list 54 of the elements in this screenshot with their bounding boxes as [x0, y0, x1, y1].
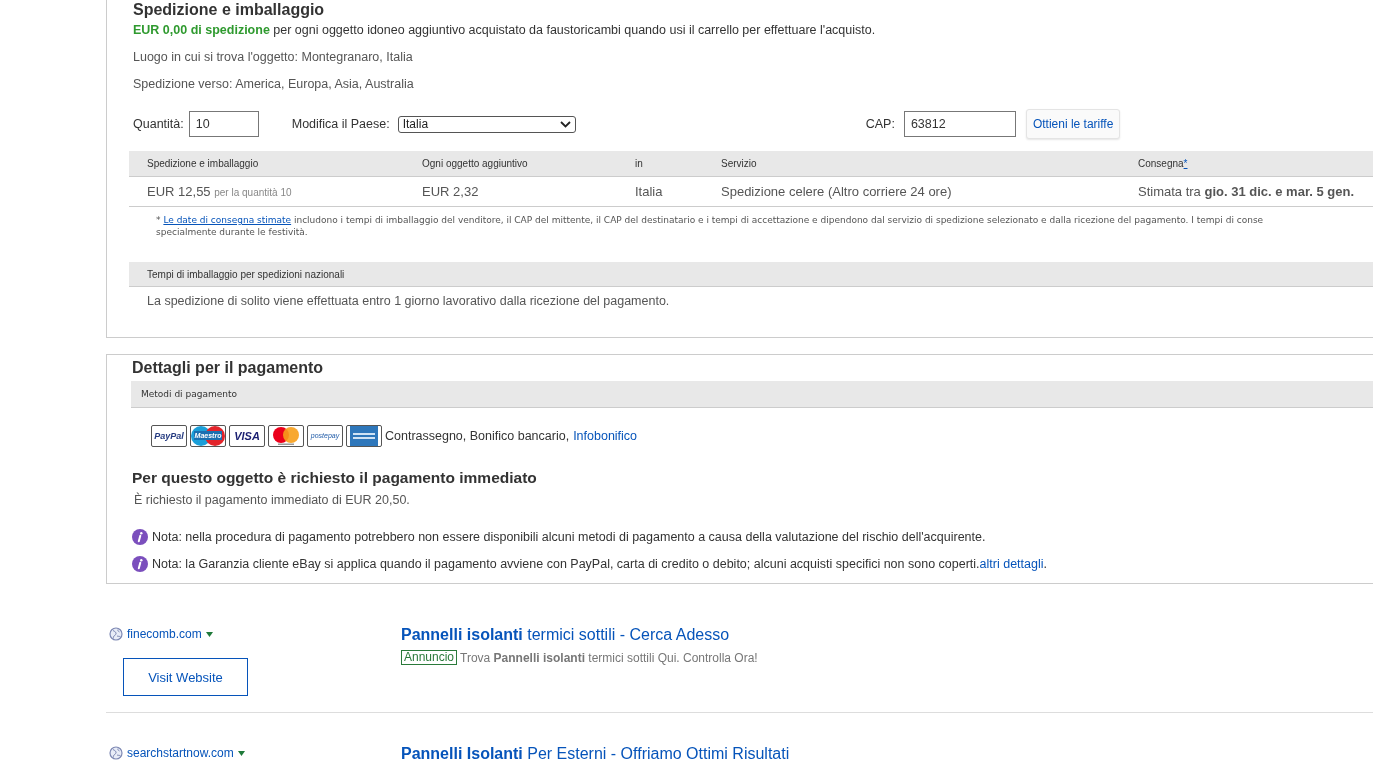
ad-title-link[interactable]: Pannelli isolanti termici sottili - Cerca Adesso: [401, 626, 758, 644]
other-methods-text: Contrassegno, Bonifico bancario,: [385, 428, 570, 443]
ad-domain-link[interactable]: finecomb.com: [127, 627, 202, 641]
chevron-down-icon: [559, 120, 571, 128]
quantity-label: Quantità:: [133, 117, 184, 131]
immediate-payment-title: Per questo oggetto è richiesto il pagamento immediato: [131, 468, 538, 488]
visa-logo-icon: VISA: [229, 424, 265, 447]
ad-domain-link[interactable]: searchstartnow.com: [127, 746, 234, 760]
ad-title-link[interactable]: Pannelli Isolanti Per Esterni - Offriamo Ottimi Risultati: [401, 745, 790, 763]
get-rates-button[interactable]: Ottieni le tariffe: [1025, 109, 1121, 139]
column-header: Tempi di imballaggio per spedizioni nazionali: [147, 268, 345, 280]
info-transfer-link[interactable]: Infobonifico: [573, 428, 638, 443]
table-cell: Spedizione celere (Altro corriere 24 ore): [721, 184, 952, 199]
zip-label: CAP:: [865, 117, 895, 131]
table-cell: Stimata tra gio. 31 dic. e mar. 5 gen.: [1138, 184, 1355, 199]
immediate-payment-text: È richiesto il pagamento immediato di EUR 20,50.: [133, 491, 411, 507]
globe-icon: [109, 627, 123, 641]
shipping-cost: EUR 12,55: [147, 184, 211, 199]
column-header: Ogni oggetto aggiuntivo: [422, 158, 528, 169]
mastercard-logo-icon: [268, 424, 304, 447]
amex-logo-icon: [346, 424, 382, 447]
caret-down-icon[interactable]: [237, 750, 245, 756]
location-text: Luogo in cui si trova l'oggetto: Montegranaro, Italia: [133, 49, 414, 65]
info-icon: [132, 555, 148, 572]
quantity-note: per la quantità 10: [214, 187, 292, 198]
ad-description: Trova Pannelli isolanti termici sottili Qui. Controlla Ora!: [460, 650, 758, 665]
ad-badge: Annuncio: [401, 650, 458, 665]
column-header: Servizio: [721, 158, 757, 169]
column-header: in: [635, 158, 643, 169]
zip-field[interactable]: 63812: [903, 111, 1016, 137]
free-shipping-text: EUR 0,00 di spedizione per ogni oggetto idoneo aggiuntivo acquistato da faustoricambi quando usi il carrello per effettuare l'acquisto.: [133, 22, 877, 38]
country-label: Modifica il Paese:: [291, 117, 390, 131]
handling-text: La spedizione di solito viene effettuata entro 1 giorno lavorativo dalla ricezione del pagamento.: [146, 293, 671, 308]
section-title: Dettagli per il pagamento: [131, 358, 325, 378]
section-title: Spedizione e imballaggio: [132, 0, 326, 20]
visit-website-button[interactable]: Visit Website: [123, 658, 248, 696]
note-text: Nota: la Garanzia cliente eBay si applica quando il pagamento avviene con PayPal, carta di credito o debito; alcuni acquisti specifici non sono coperti.altri dettagli.: [152, 556, 1047, 571]
table-cell: Italia: [635, 184, 663, 199]
globe-icon: [109, 746, 123, 760]
delivery-dates-link[interactable]: Le date di consegna stimate: [163, 215, 292, 225]
caret-down-icon[interactable]: [205, 631, 213, 637]
ships-to-text: Spedizione verso: America, Europa, Asia, Australia: [133, 76, 415, 92]
footnote-text: specialmente durante le festività.: [156, 226, 309, 238]
note-text: Nota: nella procedura di pagamento potrebbero non essere disponibili alcuni metodi di pagamento a causa della valutazione del rischio dell'acquirente.: [152, 529, 986, 544]
paypal-logo-icon: PayPal: [151, 424, 187, 447]
info-icon: [132, 528, 148, 545]
column-header: Spedizione e imballaggio: [147, 158, 259, 169]
more-details-link[interactable]: altri dettagli: [979, 556, 1044, 571]
quantity-field[interactable]: 10: [188, 111, 259, 137]
column-header: Consegna: [1138, 158, 1184, 169]
methods-header: Metodi di pagamento: [141, 389, 237, 399]
footnote-text: * Le date di consegna stimate includono i tempi di imballaggio del venditore, il CAP del mittente, il CAP del destinatario e i tempi di accettazione e dipendono dal servizio di spedizione selezionato e dalla ricezione del pagamento. I tempi di conse: [156, 214, 1265, 226]
table-cell: EUR 2,32: [422, 184, 479, 199]
country-dropdown[interactable]: Italia: [397, 115, 576, 133]
